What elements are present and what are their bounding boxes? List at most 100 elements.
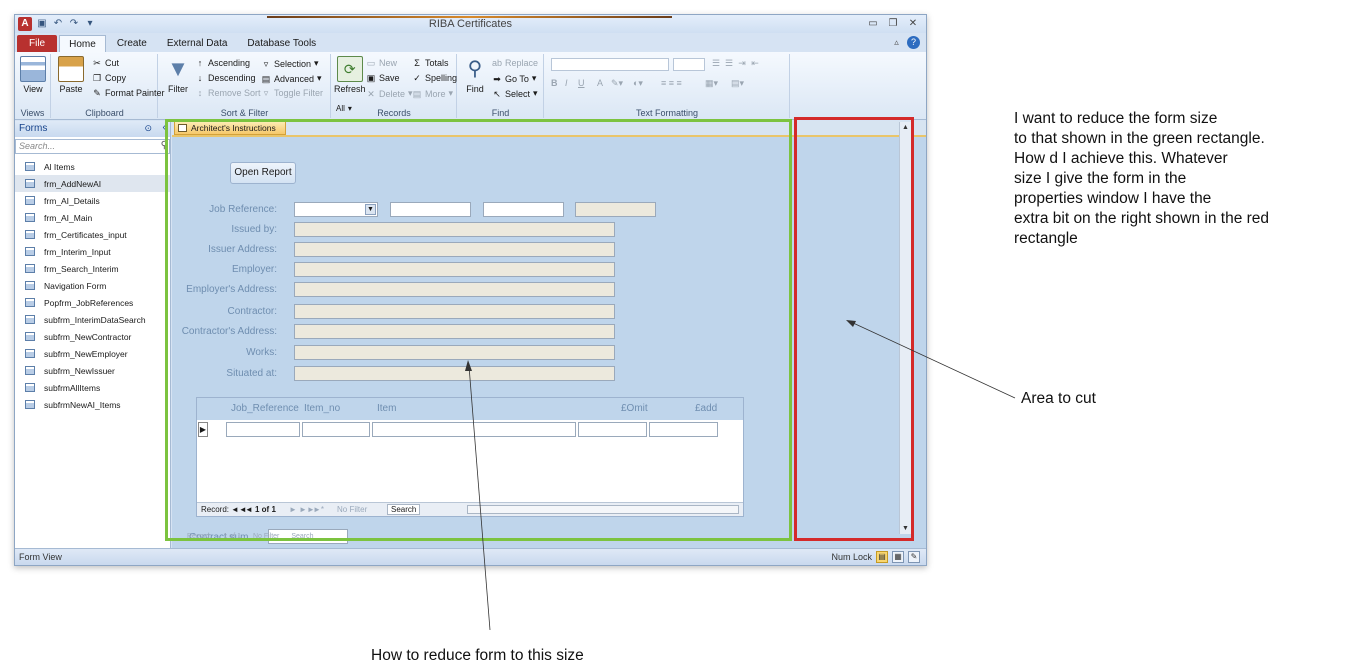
- bullet-list-icon: ☰: [711, 58, 721, 68]
- nav-pane-header[interactable]: Forms ⊙ «: [15, 121, 170, 137]
- selection-label: Selection: [274, 58, 312, 69]
- dropdown-icon: ▾: [448, 88, 454, 98]
- nav-item[interactable]: subfrm_NewIssuer: [15, 362, 170, 379]
- new-label: New: [379, 58, 398, 68]
- find-label: Find: [466, 84, 484, 94]
- form-icon: [25, 264, 35, 273]
- form-icon: [25, 230, 35, 239]
- annotation-note-line: rectangle: [1014, 230, 1078, 247]
- ribbon: View Views Paste ✂ Cut ❐ Copy ✎ Format Pain…: [15, 52, 926, 120]
- nav-item-label: frm_Search_Interim: [44, 263, 119, 274]
- more-button[interactable]: ▤ More ▾: [412, 88, 453, 99]
- form-icon: [25, 179, 35, 188]
- replace-label: Replace: [505, 58, 539, 68]
- nav-item[interactable]: subfrm_InterimDataSearch: [15, 311, 170, 328]
- align-icons[interactable]: ≡ ≡ ≡: [661, 78, 682, 88]
- layout-view-icon[interactable]: ▦: [892, 551, 904, 563]
- delete-record-button[interactable]: ✕ Delete ▾: [366, 88, 412, 99]
- format-painter-button[interactable]: ✎ Format Painter: [92, 88, 164, 98]
- tab-external-data[interactable]: External Data: [158, 35, 237, 52]
- cut-label: Cut: [105, 58, 120, 68]
- delete-icon: ✕: [367, 88, 375, 99]
- form-icon: [25, 281, 35, 290]
- form-view-icon[interactable]: ▤: [876, 551, 888, 563]
- totals-button[interactable]: Σ Totals: [412, 58, 448, 68]
- cut-button[interactable]: ✂ Cut: [92, 58, 119, 68]
- replace-icon: ab: [492, 58, 503, 68]
- remove-sort-button[interactable]: ↕ Remove Sort: [195, 88, 261, 98]
- form-icon: [25, 349, 35, 358]
- minimize-ribbon-icon[interactable]: ▵: [890, 36, 903, 49]
- fill-icon[interactable]: ◐▾: [633, 78, 643, 89]
- nav-item[interactable]: frm_AI_Main: [15, 209, 170, 226]
- font-color-button[interactable]: A: [597, 78, 603, 88]
- descending-button[interactable]: ↓ Descending: [195, 73, 256, 83]
- font-name-box[interactable]: [551, 58, 669, 71]
- sort-filter-group-label: Sort & Filter: [220, 108, 269, 118]
- nav-item[interactable]: frm_Search_Interim: [15, 260, 170, 277]
- save-record-button[interactable]: ▣ Save: [366, 73, 400, 83]
- window-title: RIBA Certificates: [428, 18, 513, 30]
- views-group-label: Views: [20, 108, 45, 118]
- nav-item[interactable]: frm_AddNewAI: [15, 175, 170, 192]
- view-button[interactable]: View: [20, 56, 46, 94]
- ascending-button[interactable]: ↑ Ascending: [195, 58, 250, 68]
- tab-file[interactable]: File: [17, 35, 58, 52]
- paste-icon: [58, 56, 84, 82]
- minimize-icon[interactable]: ▭: [866, 17, 880, 30]
- nav-item[interactable]: frm_AI_Details: [15, 192, 170, 209]
- nav-item[interactable]: subfrm_NewContractor: [15, 328, 170, 345]
- copy-button[interactable]: ❐ Copy: [92, 73, 126, 83]
- nav-item[interactable]: subfrm_NewEmployer: [15, 345, 170, 362]
- nav-pane-title: Forms: [19, 123, 48, 134]
- nav-dropdown-icon[interactable]: ⊙: [144, 123, 152, 134]
- gridlines-icon[interactable]: ▦▾: [705, 78, 718, 89]
- close-icon[interactable]: ✕: [906, 17, 920, 30]
- spelling-button[interactable]: ✓ Spelling: [412, 73, 457, 83]
- area-to-cut-label: Area to cut: [1021, 390, 1096, 407]
- tab-home[interactable]: Home: [59, 35, 106, 52]
- find-group-label: Find: [491, 108, 510, 118]
- nav-item[interactable]: frm_Interim_Input: [15, 243, 170, 260]
- selection-button[interactable]: ▿ Selection ▾: [261, 58, 319, 69]
- nav-search-input[interactable]: Search... ⚲: [15, 139, 170, 154]
- toggle-filter-button[interactable]: ▿ Toggle Filter: [261, 88, 323, 98]
- list-buttons[interactable]: ☰ ☰ ⇥ ⇤: [711, 58, 760, 68]
- tab-database-tools[interactable]: Database Tools: [238, 35, 325, 52]
- highlight-icon[interactable]: ✎▾: [611, 78, 623, 89]
- underline-button[interactable]: U: [578, 78, 585, 88]
- filter-button[interactable]: ▼ Filter: [165, 56, 191, 94]
- nav-item-label: subfrm_InterimDataSearch: [44, 314, 146, 325]
- nav-item[interactable]: subfrmNewAI_Items: [15, 396, 170, 413]
- nav-item[interactable]: Popfrm_JobReferences: [15, 294, 170, 311]
- design-view-icon[interactable]: ✎: [908, 551, 920, 563]
- restore-icon[interactable]: ❐: [886, 17, 900, 30]
- paste-button[interactable]: Paste: [58, 56, 84, 94]
- nav-item[interactable]: frm_Certificates_input: [15, 226, 170, 243]
- new-record-button[interactable]: ▭ New: [366, 58, 397, 68]
- nav-item[interactable]: Navigation Form: [15, 277, 170, 294]
- nav-item[interactable]: subfrmAllItems: [15, 379, 170, 396]
- nav-item[interactable]: Al Items: [15, 158, 170, 175]
- italic-button[interactable]: I: [565, 78, 568, 88]
- advanced-button[interactable]: ▤ Advanced ▾: [261, 73, 322, 84]
- view-label: View: [23, 84, 43, 94]
- font-size-box[interactable]: [673, 58, 705, 71]
- find-button[interactable]: ⚲ Find: [462, 56, 488, 94]
- select-button[interactable]: ↖ Select ▾: [492, 88, 537, 99]
- refresh-all-button[interactable]: ⟳ Refresh: [334, 56, 366, 94]
- save-record-icon: ▣: [366, 73, 376, 83]
- bold-button[interactable]: B: [551, 78, 558, 88]
- goto-button[interactable]: ➡ Go To ▾: [492, 73, 536, 84]
- replace-button[interactable]: ab Replace: [492, 58, 538, 68]
- nav-item-label: frm_AI_Main: [44, 212, 93, 223]
- help-icon[interactable]: ?: [907, 36, 920, 49]
- form-icon: [25, 366, 35, 375]
- copy-label: Copy: [105, 73, 127, 83]
- alternate-row-icon[interactable]: ▤▾: [731, 78, 744, 89]
- tab-create[interactable]: Create: [108, 35, 156, 52]
- title-bar: A ▣ ↶ ↷ ▾ RIBA Certificates ▭ ❐ ✕: [15, 15, 926, 33]
- sort-descending-icon: ↓: [197, 73, 203, 83]
- descending-label: Descending: [208, 73, 256, 83]
- navigation-pane: Forms ⊙ « Search... ⚲ Al Items frm_AddNew…: [15, 121, 171, 549]
